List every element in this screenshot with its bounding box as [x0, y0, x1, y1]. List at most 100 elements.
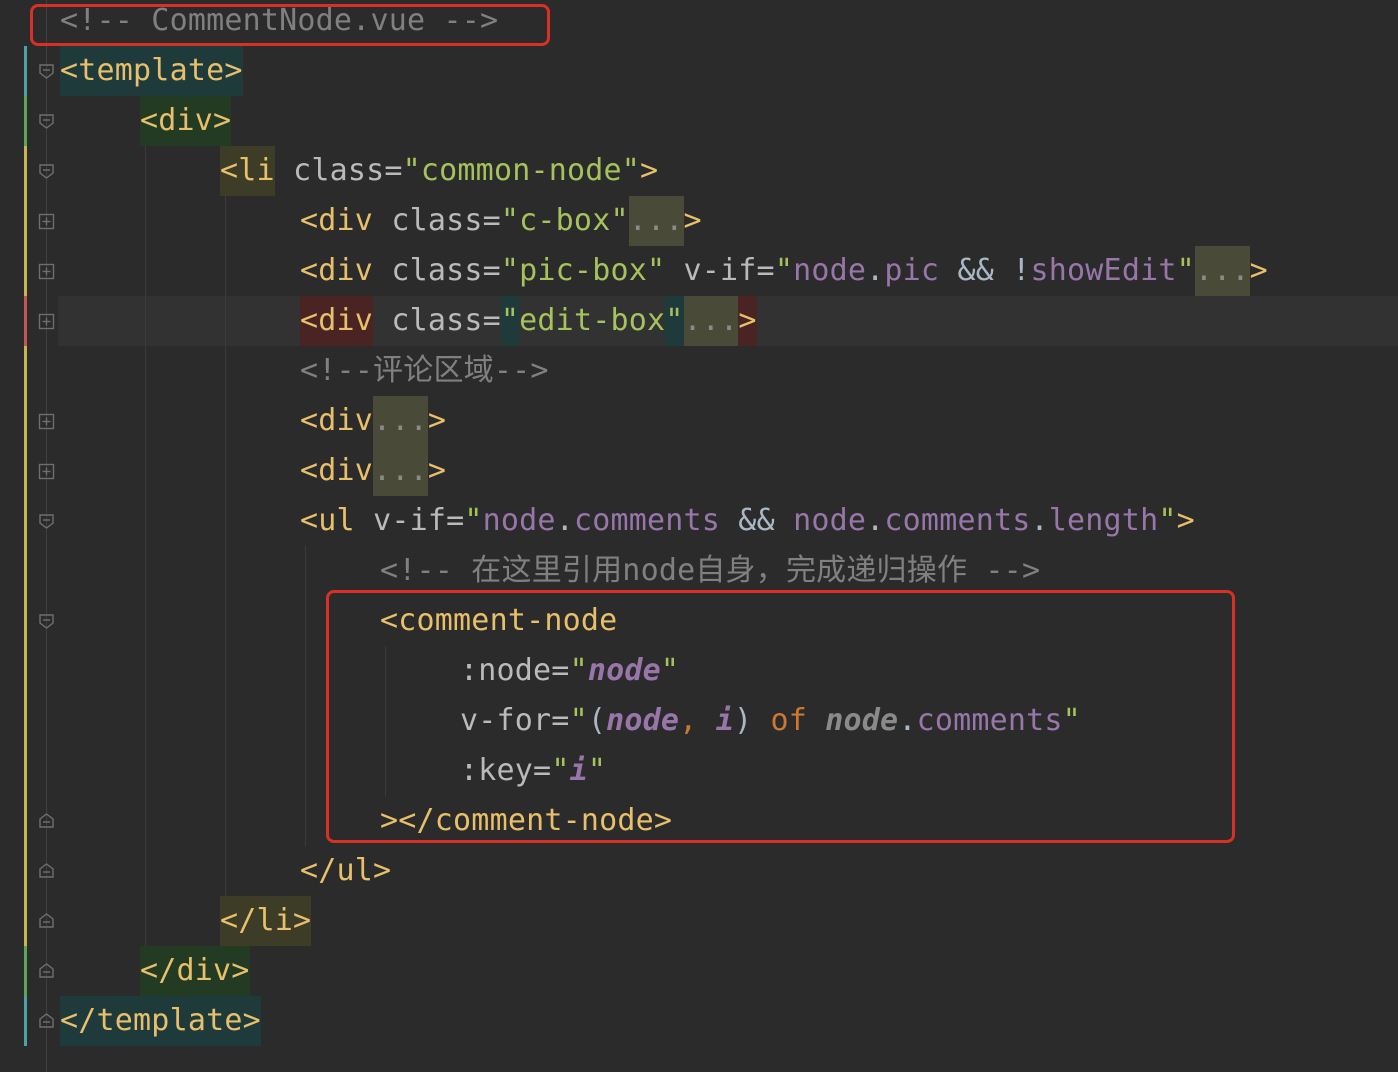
folded-code-placeholder[interactable]: ...	[628, 196, 684, 246]
fold-collapse-icon[interactable]	[38, 163, 55, 180]
code-line-6: <div class="pic-box" v-if="node.pic && !…	[300, 246, 1268, 296]
class-attr: class=	[391, 253, 501, 288]
fold-end-icon[interactable]	[38, 1012, 55, 1029]
li-class-attr: class=	[293, 153, 403, 188]
v-if-attr: v-if=	[683, 253, 775, 288]
ul-close-tag: </ul>	[300, 853, 392, 888]
annotation-box-filename	[30, 4, 550, 46]
fold-expand-icon[interactable]	[38, 413, 55, 430]
li-lt: <	[220, 146, 239, 196]
vcs-change-marker	[24, 296, 27, 346]
expr-length: length	[1048, 503, 1159, 538]
dot: .	[866, 253, 885, 288]
annotation-box-recursion	[326, 590, 1235, 843]
vcs-change-marker	[24, 996, 27, 1046]
folded-code-placeholder[interactable]: ...	[683, 296, 739, 346]
div-open-tag: <div	[300, 203, 374, 238]
fold-expand-icon[interactable]	[38, 213, 55, 230]
fold-collapse-icon[interactable]	[38, 513, 55, 530]
div-open-tag: <div	[300, 253, 374, 288]
expr-comments: comments	[573, 503, 721, 538]
li-tag-name: li	[238, 146, 275, 196]
div-open-tag: <div>	[140, 96, 232, 146]
template-open-tag: <template>	[60, 46, 243, 96]
code-line-12: <!-- 在这里引用node自身，完成递归操作 -->	[380, 546, 1040, 596]
div-open-tag: <div	[300, 453, 374, 488]
template-close-tag: </template>	[60, 996, 261, 1046]
quote: "	[1176, 253, 1195, 288]
tag-gt: >	[427, 453, 447, 488]
vcs-change-marker	[24, 46, 27, 96]
ul-open-tag: <ul	[300, 503, 355, 538]
li-class-value: "common-node"	[402, 153, 641, 188]
vcs-change-marker	[24, 146, 27, 296]
code-line-8: <!--评论区域-->	[300, 346, 549, 396]
fold-end-icon[interactable]	[38, 962, 55, 979]
dot: .	[555, 503, 574, 538]
div-open-tag: <div	[300, 403, 374, 438]
folded-code-placeholder[interactable]: ...	[373, 396, 428, 446]
tag-gt: >	[738, 296, 757, 346]
quote: "	[500, 296, 520, 346]
class-value: "pic-box"	[500, 253, 666, 288]
class-value: "c-box"	[500, 203, 629, 238]
code-line-3: <div>	[140, 96, 232, 146]
quote: "	[464, 503, 483, 538]
class-value: edit-box	[519, 303, 666, 338]
fold-expand-icon[interactable]	[38, 313, 55, 330]
code-line-18: </ul>	[300, 846, 391, 896]
div-open-tag: <div	[300, 296, 374, 346]
class-attr: class=	[391, 203, 501, 238]
dot: .	[866, 503, 885, 538]
fold-collapse-icon[interactable]	[38, 113, 55, 130]
li-gt: >	[640, 153, 659, 188]
editor-gutter	[0, 0, 58, 1072]
quote: "	[665, 296, 684, 346]
vcs-change-marker	[24, 946, 27, 996]
code-line-7: <div class="edit-box"...>	[300, 296, 757, 346]
code-line-10: <div...>	[300, 446, 446, 496]
code-editor[interactable]: <!-- CommentNode.vue --> <template> <div…	[0, 0, 1398, 1072]
code-line-21: </template>	[60, 996, 261, 1046]
expr-node: node	[793, 503, 867, 538]
operator: &&	[720, 503, 794, 538]
fold-expand-icon[interactable]	[38, 463, 55, 480]
fold-expand-icon[interactable]	[38, 263, 55, 280]
code-line-19: </li>	[220, 896, 312, 946]
li-close-tag: </li>	[220, 896, 312, 946]
code-line-5: <div class="c-box"...>	[300, 196, 702, 246]
quote: "	[1158, 503, 1177, 538]
tag-gt: >	[1176, 503, 1195, 538]
code-line-11: <ul v-if="node.comments && node.comments…	[300, 496, 1195, 546]
fold-end-icon[interactable]	[38, 912, 55, 929]
vcs-change-marker	[24, 346, 27, 946]
folded-code-placeholder[interactable]: ...	[1194, 246, 1250, 296]
code-line-2: <template>	[60, 46, 243, 96]
expr-pic: pic	[884, 253, 940, 288]
expr-showEdit: showEdit	[1030, 253, 1177, 288]
div-close-tag: </div>	[140, 946, 250, 996]
tag-gt: >	[1249, 253, 1268, 288]
class-attr: class=	[391, 303, 501, 338]
fold-end-icon[interactable]	[38, 812, 55, 829]
code-line-9: <div...>	[300, 396, 446, 446]
code-line-4: <li class="common-node">	[220, 146, 658, 196]
comment: <!--评论区域-->	[300, 353, 549, 388]
comment: <!-- 在这里引用node自身，完成递归操作 -->	[380, 553, 1041, 588]
dot: .	[1030, 503, 1049, 538]
folded-code-placeholder[interactable]: ...	[373, 446, 428, 496]
fold-collapse-icon[interactable]	[38, 613, 55, 630]
fold-collapse-icon[interactable]	[38, 63, 55, 80]
indent-guide	[225, 196, 226, 896]
operator: && !	[939, 253, 1031, 288]
tag-gt: >	[683, 203, 702, 238]
vcs-change-marker	[24, 96, 27, 146]
expr-node: node	[482, 503, 556, 538]
quote: "	[774, 253, 794, 288]
indent-guide	[145, 146, 146, 946]
v-if-attr: v-if=	[373, 503, 465, 538]
indent-guide	[305, 546, 306, 846]
tag-gt: >	[427, 403, 447, 438]
expr-node: node	[793, 253, 867, 288]
fold-end-icon[interactable]	[38, 862, 55, 879]
